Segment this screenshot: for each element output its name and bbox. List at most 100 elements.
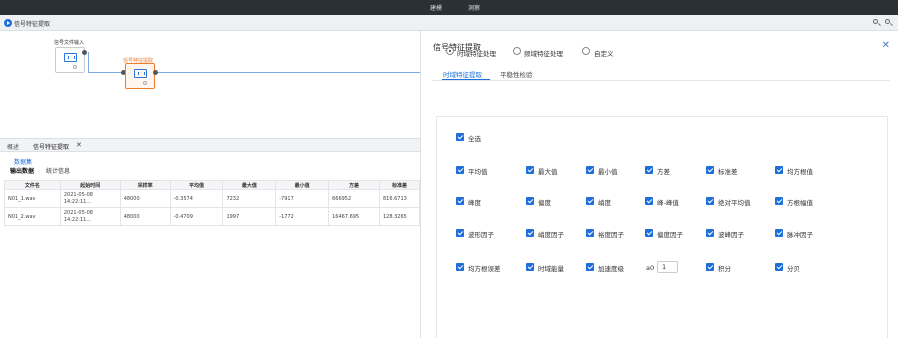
checkbox-min[interactable]: [586, 166, 594, 174]
tab-divider: [432, 80, 890, 81]
column-header[interactable]: 方差: [328, 180, 380, 190]
feature-label: 均方根误差: [468, 265, 501, 273]
checkbox-max[interactable]: [526, 166, 534, 174]
search-mini-icon: [143, 81, 147, 85]
radio-label-frequency-domain: 频域特征处理: [524, 50, 563, 58]
feature-label: 积分: [718, 265, 731, 273]
tab-output-data[interactable]: 输出数据: [10, 166, 34, 175]
table-cell: 2021-05-08 14:22:11...: [59, 207, 121, 226]
table-cell: 7232: [222, 189, 277, 208]
node-feature-extract[interactable]: [125, 63, 155, 89]
table-row[interactable]: N01_1.wav 2021-05-08 14:22:11... 48000 -…: [4, 189, 421, 208]
table-header-row: 文件名 起始时间 采样率 平均值 最大值 最小值 方差 标准差: [4, 180, 421, 190]
a0-label: a0: [646, 264, 655, 272]
checkbox-shape-factor[interactable]: [456, 229, 464, 237]
feature-label: 标准差: [718, 168, 738, 176]
tab-modeling[interactable]: 建模: [430, 3, 442, 12]
checkbox-time-energy[interactable]: [526, 263, 534, 271]
tab-overview[interactable]: 概述: [7, 142, 19, 151]
tab-feature-extract[interactable]: 信号特征提取: [33, 142, 69, 151]
checkbox-skewness-factor[interactable]: [645, 229, 653, 237]
checkbox-root-amplitude[interactable]: [775, 197, 783, 205]
radio-frequency-domain[interactable]: [513, 47, 521, 55]
feature-label: 加速度级: [598, 265, 624, 273]
feature-extract-icon: [134, 69, 147, 78]
feature-label: 最大值: [538, 168, 558, 176]
table-cell: 666952: [328, 189, 380, 208]
checkbox-skewness[interactable]: [526, 197, 534, 205]
bottom-tab-bar: 概述 信号特征提取 ✕: [0, 138, 420, 152]
select-all-label: 全选: [468, 135, 481, 143]
app-logo-icon: [4, 19, 12, 27]
feature-label: 平均值: [468, 168, 488, 176]
feature-label: 方差: [657, 168, 670, 176]
tab-statistics[interactable]: 统计信息: [46, 166, 70, 175]
a0-input[interactable]: 1: [657, 261, 678, 273]
table-cell: -1772: [275, 207, 330, 226]
feature-checkbox-group: [436, 116, 888, 338]
search-mini-icon: [73, 65, 77, 69]
table-cell: 48000: [119, 189, 171, 208]
edge-line: [88, 52, 89, 72]
window-title: 信号特征提取: [14, 21, 51, 28]
radio-label-custom: 自定义: [594, 50, 614, 58]
feature-label: 波形因子: [468, 231, 494, 239]
table-row[interactable]: N01_2.wav 2021-05-08 14:22:11... 48000 -…: [4, 207, 421, 226]
feature-label: 峭度: [598, 199, 611, 207]
column-header[interactable]: 最小值: [275, 180, 330, 190]
table-cell: -0.4709: [169, 207, 224, 226]
checkbox-decibel[interactable]: [775, 263, 783, 271]
column-header[interactable]: 平均值: [169, 180, 224, 190]
checkbox-abs-mean[interactable]: [706, 197, 714, 205]
checkbox-peak-to-peak[interactable]: [645, 197, 653, 205]
radio-custom[interactable]: [582, 47, 590, 55]
checkbox-impulse-factor[interactable]: [775, 229, 783, 237]
checkbox-crest-factor[interactable]: [706, 229, 714, 237]
feature-label: 最小值: [598, 168, 618, 176]
checkbox-kurtosis-factor[interactable]: [526, 229, 534, 237]
feature-label: 裕度因子: [598, 231, 624, 239]
zoom-out-icon[interactable]: [884, 18, 893, 27]
column-header[interactable]: 起始时间: [59, 180, 121, 190]
close-tab-icon[interactable]: ✕: [76, 141, 82, 149]
tab-time-domain-extract[interactable]: 时域特征提取: [443, 69, 482, 79]
node-signal-input[interactable]: [55, 47, 85, 73]
column-header[interactable]: 文件名: [4, 180, 61, 190]
node-label-signal-input: 信号文件输入: [54, 40, 85, 46]
checkbox-rms[interactable]: [775, 166, 783, 174]
close-icon[interactable]: ✕: [882, 40, 890, 51]
zoom-in-icon[interactable]: [872, 18, 881, 27]
feature-label: 偏度: [538, 199, 551, 207]
select-all-checkbox[interactable]: [456, 133, 464, 141]
tab-stationarity-test[interactable]: 平稳性检验: [500, 69, 533, 79]
table-cell: 1997: [222, 207, 277, 226]
tab-insight[interactable]: 洞察: [468, 3, 480, 12]
checkbox-clearance-factor[interactable]: [586, 229, 594, 237]
column-header[interactable]: 采样率: [119, 180, 171, 190]
checkbox-acceleration-level[interactable]: [586, 263, 594, 271]
checkbox-integral[interactable]: [706, 263, 714, 271]
feature-label: 绝对平均值: [718, 199, 751, 207]
checkbox-kurtosis[interactable]: [456, 197, 464, 205]
checkbox-std[interactable]: [706, 166, 714, 174]
file-input-icon: [64, 53, 77, 62]
feature-label: 时域能量: [538, 265, 564, 273]
checkbox-mean[interactable]: [456, 166, 464, 174]
feature-label: 波峰因子: [718, 231, 744, 239]
checkbox-rmse[interactable]: [456, 263, 464, 271]
edge-line: [158, 72, 420, 73]
flow-canvas[interactable]: 信号文件输入 信号特征提取: [0, 31, 420, 138]
radio-label-time-domain: 时域特征处理: [457, 50, 496, 58]
table-cell: -7917: [275, 189, 330, 208]
radio-time-domain[interactable]: [446, 47, 454, 55]
feature-label: 脉冲因子: [787, 231, 813, 239]
column-header[interactable]: 标准差: [378, 180, 421, 190]
feature-label: 偏度因子: [657, 231, 683, 239]
window-title-bar: 信号特征提取: [0, 15, 898, 31]
output-port[interactable]: [82, 50, 87, 55]
column-header[interactable]: 最大值: [222, 180, 277, 190]
checkbox-variance[interactable]: [645, 166, 653, 174]
dataset-link[interactable]: 数据集: [14, 157, 32, 166]
feature-label: 峰-峰值: [657, 199, 679, 207]
checkbox-kurtosis-value[interactable]: [586, 197, 594, 205]
